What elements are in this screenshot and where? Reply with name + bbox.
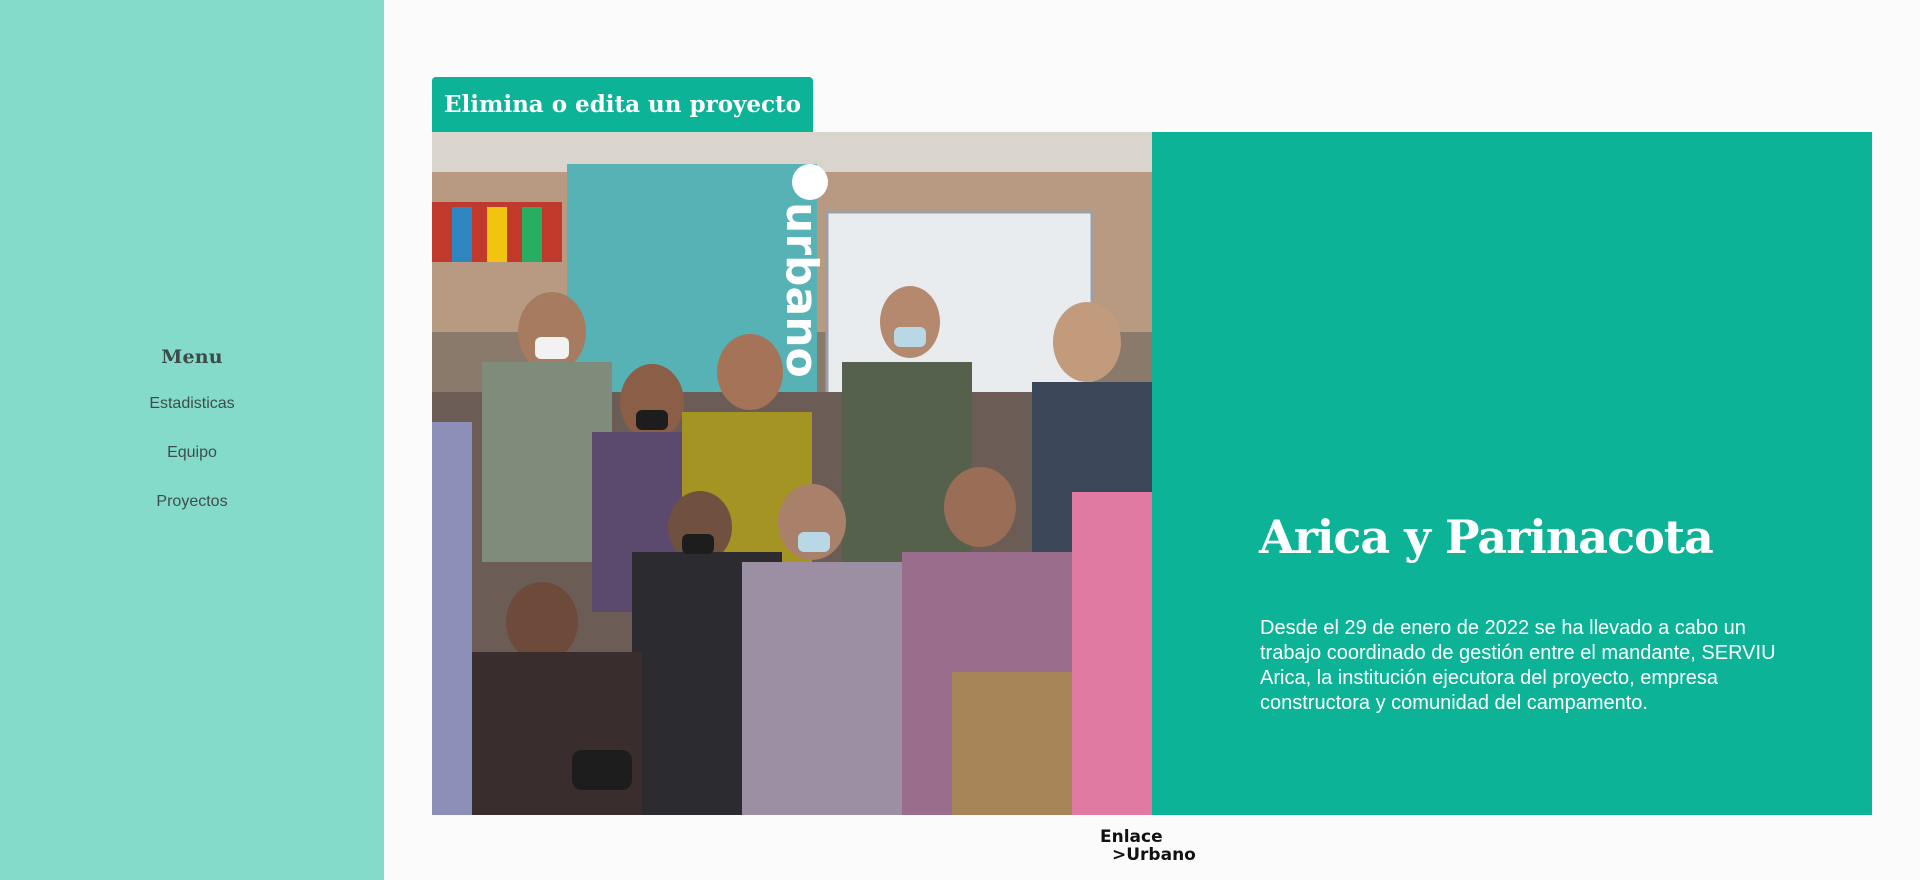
project-photo: urbano [432,132,1152,815]
banner-text: urbano [776,202,827,378]
project-photo-illustration: urbano [432,132,1152,815]
project-card: urbano Arica y Parinacota Desde el 29 de… [432,132,1872,815]
menu-title: Menu [161,346,223,368]
menu-list: Estadisticas Equipo Proyectos [149,382,234,529]
enlace-urbano-logo[interactable]: Enlace >Urbano [1100,828,1196,864]
project-title: Arica y Parinacota [1259,510,1714,564]
project-description: Desde el 29 de enero de 2022 se ha lleva… [1260,617,1776,714]
logo-line-2: >Urbano [1112,845,1196,865]
sidebar-item-equipo[interactable]: Equipo [167,431,217,480]
project-info-panel: Arica y Parinacota Desde el 29 de enero … [1152,132,1872,815]
logo-line-1: Enlace [1100,827,1163,847]
main-content: Elimina o edita un proyecto urbano Arica… [384,0,1920,880]
sidebar-item-estadisticas[interactable]: Estadisticas [149,382,234,431]
edit-project-button[interactable]: Elimina o edita un proyecto [432,77,814,132]
sidebar-item-proyectos[interactable]: Proyectos [156,480,227,529]
sidebar: Menu Estadisticas Equipo Proyectos [0,0,384,880]
